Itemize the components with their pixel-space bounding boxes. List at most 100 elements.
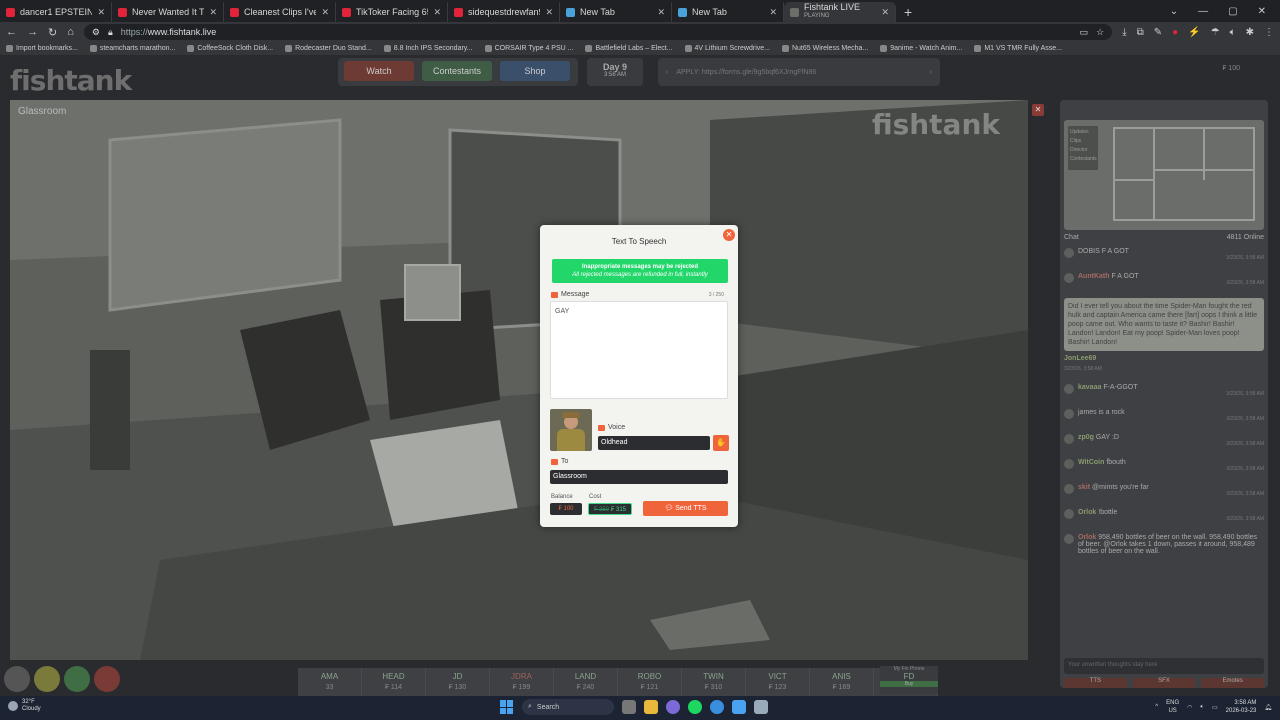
chat-footer-tab[interactable]: TTS	[1064, 678, 1127, 688]
close-tab-icon[interactable]: ✕	[769, 7, 777, 18]
tab-fishtank-live[interactable]: Fishtank LIVE PLAYING ✕	[784, 2, 896, 22]
file-explorer-icon[interactable]	[644, 700, 658, 714]
bookmark-item[interactable]: CoffeeSock Cloth Disk...	[187, 45, 273, 52]
chat-input[interactable]: Your unwritten thoughts stay here	[1064, 658, 1264, 674]
next-icon[interactable]: ›	[930, 69, 932, 76]
ticker-item[interactable]: ANIS ₣ 169	[810, 668, 874, 696]
bookmark-item[interactable]: steamcharts marathon...	[89, 45, 175, 52]
task-view-icon[interactable]	[622, 700, 636, 714]
reload-icon[interactable]: ↻	[48, 26, 57, 39]
ticker-item[interactable]: ROBO ₣ 121	[618, 668, 682, 696]
bookmark-item[interactable]: 4V Lithium Screwdrive...	[684, 45, 770, 52]
ticker-item[interactable]: HEAD ₣ 114	[362, 668, 426, 696]
modal-close-icon[interactable]: ✕	[723, 229, 735, 241]
shop-button[interactable]: Shop	[500, 61, 570, 81]
announcement-text[interactable]: APPLY: https://forms.gle/9g5bqf6XJrngFfN…	[676, 69, 921, 76]
chat-message[interactable]: zp0g GAY :D 3/23/26, 3:58 AM	[1064, 434, 1264, 447]
chat-message[interactable]: WitCoin fbouth 3/23/26, 3:58 AM	[1064, 459, 1264, 472]
chat-username[interactable]: JonLee69	[1064, 355, 1096, 362]
extension-2-icon[interactable]: ✎	[1154, 27, 1162, 38]
browser-tab[interactable]: TikToker Facing 65 years in Pri ✕	[336, 2, 448, 22]
close-tab-icon[interactable]: ✕	[433, 7, 441, 18]
chat-username[interactable]: skit	[1078, 484, 1090, 491]
chat-message[interactable]: james is a rock 3/23/26, 3:58 AM	[1064, 409, 1264, 422]
send-tts-button[interactable]: 💬︎ Send TTS	[643, 501, 728, 516]
settings-icon[interactable]	[4, 666, 30, 692]
battery-icon[interactable]: ▭	[1212, 704, 1218, 711]
wifi-icon[interactable]: ◠	[1187, 704, 1192, 711]
browser-tab[interactable]: Never Wanted It To End - YouT ✕	[112, 2, 224, 22]
chat-footer-tab[interactable]: Emotes	[1201, 678, 1265, 688]
clock[interactable]: 3:58 AM 2026-03-23	[1226, 699, 1257, 715]
close-tab-icon[interactable]: ✕	[321, 7, 329, 18]
chat-message[interactable]: Did I ever tell you about the time Spide…	[1064, 298, 1264, 372]
chat-message[interactable]: Orlok !bottle 3/23/26, 3:58 AM	[1064, 509, 1264, 522]
discord-icon[interactable]	[666, 700, 680, 714]
camera-close-icon[interactable]: ✕	[1032, 104, 1044, 116]
camera-feed[interactable]: Glassroom fishtank	[10, 100, 1028, 660]
message-textarea[interactable]: GAY	[550, 301, 728, 399]
browser-tab[interactable]: New Tab ✕	[560, 2, 672, 22]
speaker-icon[interactable]: 🔈︎	[1200, 704, 1204, 711]
chat-message[interactable]: Orlok 958,490 bottles of beer on the wal…	[1064, 534, 1264, 555]
chat-messages[interactable]: DOBIS F A GOT 3/23/26, 3:58 AM AuntKath F …	[1064, 248, 1264, 654]
youtube-ext-icon[interactable]: ●	[1172, 27, 1178, 38]
cast-icon[interactable]: ▭	[1080, 27, 1089, 38]
chat-footer-tab[interactable]: SFX	[1132, 678, 1196, 688]
chrome-icon[interactable]	[710, 700, 724, 714]
chat-message[interactable]: kavaaa F-A-GGOT 3/23/26, 3:58 AM	[1064, 384, 1264, 397]
bookmark-item[interactable]: Nut65 Wireless Mecha...	[781, 45, 868, 52]
bookmark-item[interactable]: Import bookmarks...	[6, 45, 78, 52]
bookmark-item[interactable]: 8.8 Inch IPS Secondary...	[383, 45, 473, 52]
browser-tab[interactable]: dancer1 EPSTEIN ISLAND PART ✕	[0, 2, 112, 22]
watch-button[interactable]: Watch	[344, 61, 414, 81]
ticker-item[interactable]: TWIN ₣ 310	[682, 668, 746, 696]
download-icon[interactable]: ⤓	[1122, 27, 1126, 38]
bookmark-item[interactable]: Battlefield Labs – Elect...	[585, 45, 673, 52]
bookmark-item[interactable]: 9anime - Watch Anim...	[880, 45, 962, 52]
bookmark-item[interactable]: Rodecaster Duo Stand...	[285, 45, 372, 52]
browser-tab[interactable]: sidequestdrewfan99 - YouTube ✕	[448, 2, 560, 22]
ticker-item[interactable]: AMA 33	[298, 668, 362, 696]
chat-username[interactable]: kavaaa	[1078, 384, 1101, 391]
chat-tab[interactable]: Chat	[1064, 234, 1079, 246]
spotify-icon[interactable]	[688, 700, 702, 714]
forward-icon[interactable]: →	[27, 26, 38, 38]
close-tab-icon[interactable]: ✕	[209, 7, 217, 18]
power-icon[interactable]	[94, 666, 120, 692]
url-field[interactable]: ⚙ 🔒︎ https://www.fishtank.live ▭ ☆	[83, 24, 1113, 40]
new-tab-button[interactable]: +	[896, 2, 920, 22]
puzzle-icon[interactable]: ✱	[1246, 27, 1254, 38]
chat-username[interactable]: Orlok	[1078, 534, 1096, 541]
chat-username[interactable]: WitCoin	[1078, 459, 1104, 466]
user-panel[interactable]: ₣ 100	[1222, 64, 1240, 73]
fishtank-logo[interactable]: fishtank	[10, 64, 132, 97]
prev-icon[interactable]: ‹	[666, 69, 668, 76]
coins-icon[interactable]	[34, 666, 60, 692]
chat-username[interactable]: AuntKath	[1078, 273, 1110, 280]
extension-3-icon[interactable]: ⚡	[1188, 27, 1200, 38]
tab-search-icon[interactable]: ⌄	[1170, 6, 1178, 17]
teams-icon[interactable]	[732, 700, 746, 714]
ticker-item[interactable]: JDRA ₣ 199	[490, 668, 554, 696]
close-tab-icon[interactable]: ✕	[881, 7, 889, 18]
chat-message[interactable]: AuntKath F A GOT 3/23/26, 3:58 AM	[1064, 273, 1264, 286]
voice-select[interactable]: Oldhead	[598, 436, 710, 450]
settings-app-icon[interactable]	[754, 700, 768, 714]
pause-icon[interactable]	[64, 666, 90, 692]
windows-start-icon[interactable]	[500, 700, 514, 714]
minimize-icon[interactable]: —	[1198, 6, 1208, 17]
maximize-icon[interactable]: ▢	[1228, 6, 1237, 17]
bookmark-item[interactable]: CORSAIR Type 4 PSU ...	[484, 45, 573, 52]
close-tab-icon[interactable]: ✕	[545, 7, 553, 18]
voice-preview-icon[interactable]: ✋	[713, 435, 729, 451]
browser-tab[interactable]: New Tab ✕	[672, 2, 784, 22]
house-map[interactable]: Updates Clips Director Contestants	[1064, 120, 1264, 230]
ticker-item[interactable]: VICT ₣ 123	[746, 668, 810, 696]
chat-username[interactable]: Orlok	[1078, 509, 1096, 516]
close-tab-icon[interactable]: ✕	[657, 7, 665, 18]
extension-icon[interactable]: ⧉	[1137, 27, 1144, 38]
my-fin-phone[interactable]: My Fin Phone FD Buy	[880, 666, 938, 694]
bookmark-star-icon[interactable]: ☆	[1096, 27, 1104, 38]
site-info-icon[interactable]: ⚙	[92, 27, 100, 38]
